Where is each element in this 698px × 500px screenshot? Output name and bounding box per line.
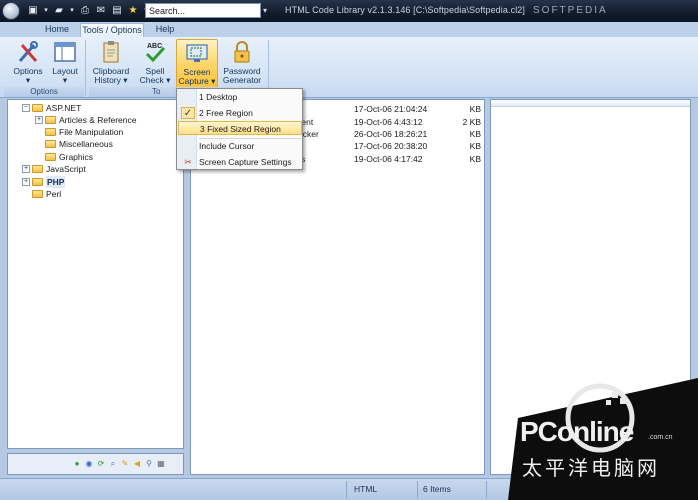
ribbon-tabs: Home Tools / Options Help	[0, 22, 698, 37]
green-dot-icon[interactable]: ●	[72, 459, 82, 469]
tools-wrench-icon	[18, 41, 38, 62]
status-mode: HTML	[354, 484, 378, 494]
expand-icon[interactable]: +	[22, 178, 30, 186]
checkmark-icon: ✓	[181, 107, 195, 119]
window-title: HTML Code Library v2.1.3.146 [C:\Softped…	[285, 5, 608, 16]
logo-subtitle: 太平洋电脑网	[522, 456, 660, 480]
svg-text:ABC: ABC	[147, 43, 162, 50]
group-label-options: Options	[4, 87, 84, 97]
layout-window-icon	[54, 42, 76, 62]
password-generator-label-2: Generator	[222, 75, 262, 85]
tree-item[interactable]: Graphics	[45, 151, 93, 163]
chevron-down-icon: ▾	[123, 75, 128, 85]
favorites-star-icon[interactable]: ★	[126, 3, 140, 17]
screen-capture-icon	[186, 44, 208, 62]
chevron-down-icon: ▾	[62, 75, 68, 85]
tree-toolbar: ● ◉ ⟳ ⌕ ✎ ◀ ⚲ ▦	[7, 453, 184, 475]
tree-item[interactable]: File Manipulation	[45, 126, 123, 138]
folder-icon	[32, 165, 43, 173]
find-icon[interactable]: ⚲	[144, 459, 154, 469]
folder-icon	[45, 140, 56, 148]
screen-capture-menu: 1 Desktop ✓ 2 Free Region 3 Fixed Sized …	[176, 88, 303, 170]
save-icon[interactable]: ▤	[110, 3, 124, 17]
chevron-down-icon: ▾	[25, 75, 31, 85]
title-bar: ▣ ▾ ▰ ▾ ⎙ ✉ ▤ ★ ▾ ▾ HTML Code Library v2…	[0, 0, 698, 22]
app-orb-button[interactable]	[2, 2, 20, 20]
expand-icon[interactable]: +	[35, 116, 43, 124]
logo-domain: .com.cn	[648, 434, 673, 441]
password-generator-button[interactable]: Password Generator	[221, 39, 263, 85]
tree-item[interactable]: − ASP.NET	[22, 102, 81, 114]
clipboard-history-button[interactable]: Clipboard History ▾	[89, 39, 133, 85]
refresh-icon[interactable]: ⟳	[96, 459, 106, 469]
expand-icon[interactable]: +	[22, 165, 30, 173]
spell-check-icon: ABC	[145, 43, 166, 63]
tree-item[interactable]: Perl	[32, 188, 61, 200]
globe-icon[interactable]: ◉	[84, 459, 94, 469]
search-icon[interactable]: ⌕	[108, 459, 118, 469]
search-input[interactable]	[145, 3, 261, 18]
new-document-icon[interactable]: ▣	[26, 3, 40, 17]
options-button[interactable]: Options ▾	[8, 39, 48, 85]
ribbon-group-separator	[85, 40, 86, 96]
ribbon: Options ▾ Layout ▾ Options Clipboard His…	[0, 37, 698, 98]
highlight-icon[interactable]: ✎	[120, 459, 130, 469]
open-folder-icon[interactable]: ▰	[52, 3, 66, 17]
dropdown-arrow-icon[interactable]: ▾	[68, 3, 76, 17]
watermark-text: SOFTPEDIA	[533, 5, 608, 16]
collapse-icon[interactable]: −	[22, 104, 30, 112]
tab-help[interactable]: Help	[150, 23, 180, 37]
menu-item-desktop[interactable]: 1 Desktop	[178, 90, 302, 104]
status-item-count: 6 Items	[423, 484, 451, 494]
clipboard-icon	[103, 41, 119, 63]
search-dropdown-icon[interactable]: ▾	[260, 3, 270, 18]
back-arrow-icon[interactable]: ◀	[132, 459, 142, 469]
screen-capture-label-2: Capture	[178, 76, 209, 86]
folder-icon	[45, 128, 56, 136]
tree-item[interactable]: + Articles & Reference	[35, 114, 136, 126]
screen-capture-button[interactable]: Screen Capture ▾	[176, 39, 218, 88]
status-divider	[346, 481, 347, 498]
folder-icon	[32, 178, 43, 186]
tree-item[interactable]: + JavaScript	[22, 163, 86, 175]
tab-tools-options[interactable]: Tools / Options	[80, 23, 144, 37]
chevron-down-icon: ▾	[166, 75, 171, 85]
folder-icon	[45, 116, 56, 124]
spell-check-label-2: Check	[139, 75, 164, 85]
status-divider	[486, 481, 487, 498]
layout-button[interactable]: Layout ▾	[48, 39, 82, 85]
folder-icon	[32, 104, 43, 112]
tab-home[interactable]: Home	[38, 23, 76, 37]
padlock-icon	[234, 41, 250, 63]
spell-check-button[interactable]: ABC Spell Check ▾	[138, 39, 172, 85]
print-icon[interactable]: ⎙	[78, 3, 92, 17]
chevron-down-icon: ▾	[211, 76, 216, 86]
tree-item[interactable]: Miscellaneous	[45, 138, 113, 150]
folder-icon	[45, 153, 56, 161]
status-divider	[417, 481, 418, 498]
clipboard-history-label-2: History	[94, 75, 121, 85]
category-tree[interactable]: − ASP.NET + Articles & Reference File Mani…	[7, 99, 184, 449]
email-icon[interactable]: ✉	[94, 3, 108, 17]
settings-tools-icon: ✂	[184, 157, 192, 167]
pconline-watermark-logo: PConline .com.cn 太平洋电脑网	[508, 378, 698, 500]
menu-item-fixed-sized-region[interactable]: 3 Fixed Sized Region	[178, 121, 302, 135]
logo-brand: PConline	[520, 416, 634, 447]
dropdown-arrow-icon[interactable]: ▾	[42, 3, 50, 17]
menu-item-screen-capture-settings[interactable]: ✂ Screen Capture Settings	[178, 155, 302, 169]
tree-item[interactable]: + PHP	[22, 176, 66, 188]
menu-item-free-region[interactable]: ✓ 2 Free Region	[178, 106, 302, 120]
folder-icon	[32, 190, 43, 198]
menu-item-include-cursor[interactable]: Include Cursor	[178, 139, 302, 153]
properties-icon[interactable]: ▦	[156, 459, 166, 469]
preview-header	[491, 100, 690, 107]
